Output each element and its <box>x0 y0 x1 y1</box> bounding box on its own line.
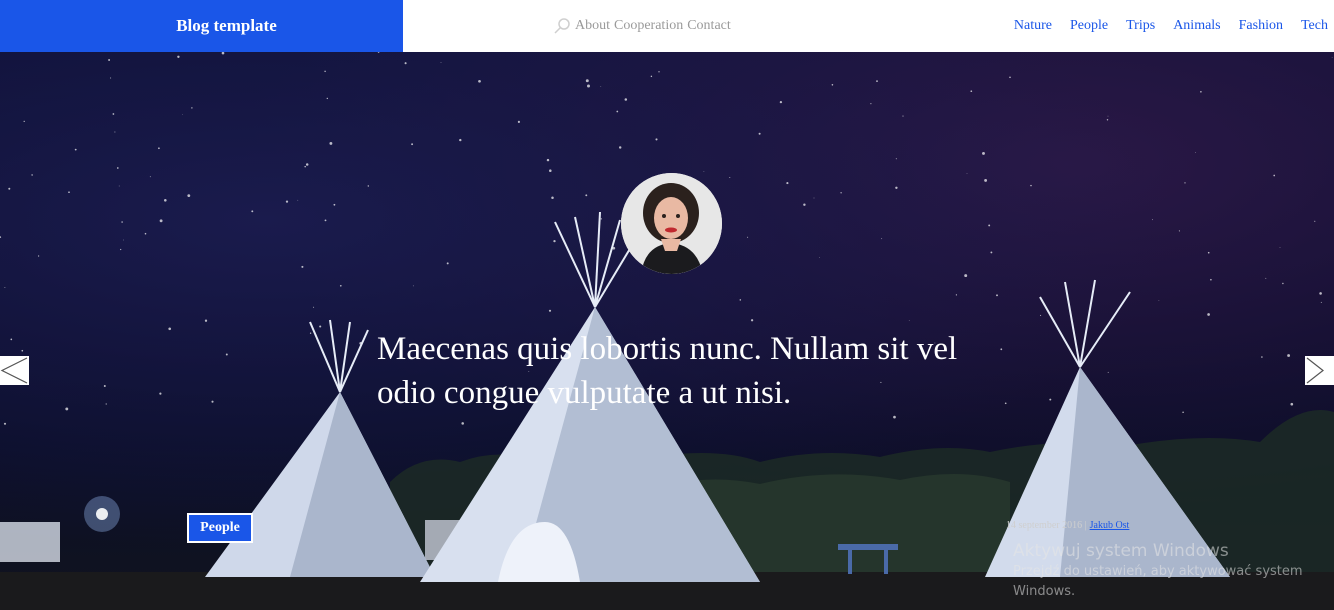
windows-activation-watermark: Aktywuj system Windows Przejdź do ustawi… <box>1013 540 1333 602</box>
watermark-title: Aktywuj system Windows <box>1013 541 1229 561</box>
next-slide-button[interactable] <box>1305 356 1334 385</box>
watermark-subtitle: Przejdź do ustawień, aby aktywować syste… <box>1013 564 1303 599</box>
search-area: About Cooperation Contact <box>553 14 731 38</box>
previous-slide-button[interactable] <box>0 356 29 385</box>
chevron-left-icon <box>0 357 28 384</box>
category-animals[interactable]: Animals <box>1173 18 1220 34</box>
post-date: 14 september 2016 | <box>1006 520 1087 531</box>
top-link-contact[interactable]: Contact <box>687 18 731 34</box>
post-author-link[interactable]: Jakub Ost <box>1090 520 1130 531</box>
post-meta: 14 september 2016 | Jakub Ost <box>1006 520 1129 531</box>
slide-headline: Maecenas quis lobortis nunc. Nullam sit … <box>377 331 958 411</box>
author-avatar[interactable] <box>621 173 722 274</box>
category-nature[interactable]: Nature <box>1014 18 1052 34</box>
top-navbar: Blog template About Cooperation Contact … <box>0 0 1334 52</box>
brand-logo[interactable]: Blog template <box>0 0 403 52</box>
chevron-right-icon <box>1306 357 1324 384</box>
category-people[interactable]: People <box>1070 18 1108 34</box>
category-trips[interactable]: Trips <box>1126 18 1155 34</box>
hero-slide: Maecenas quis lobortis nunc. Nullam sit … <box>0 52 1334 610</box>
category-nav: Nature People Trips Animals Fashion Tech <box>1014 0 1328 52</box>
category-fashion[interactable]: Fashion <box>1239 18 1283 34</box>
brand-title: Blog template <box>176 16 277 35</box>
search-icon[interactable] <box>553 17 571 35</box>
category-tag[interactable]: People <box>187 513 253 543</box>
top-link-about[interactable]: About <box>575 18 610 34</box>
top-link-cooperation[interactable]: Cooperation <box>614 18 683 34</box>
category-tech[interactable]: Tech <box>1301 18 1328 34</box>
